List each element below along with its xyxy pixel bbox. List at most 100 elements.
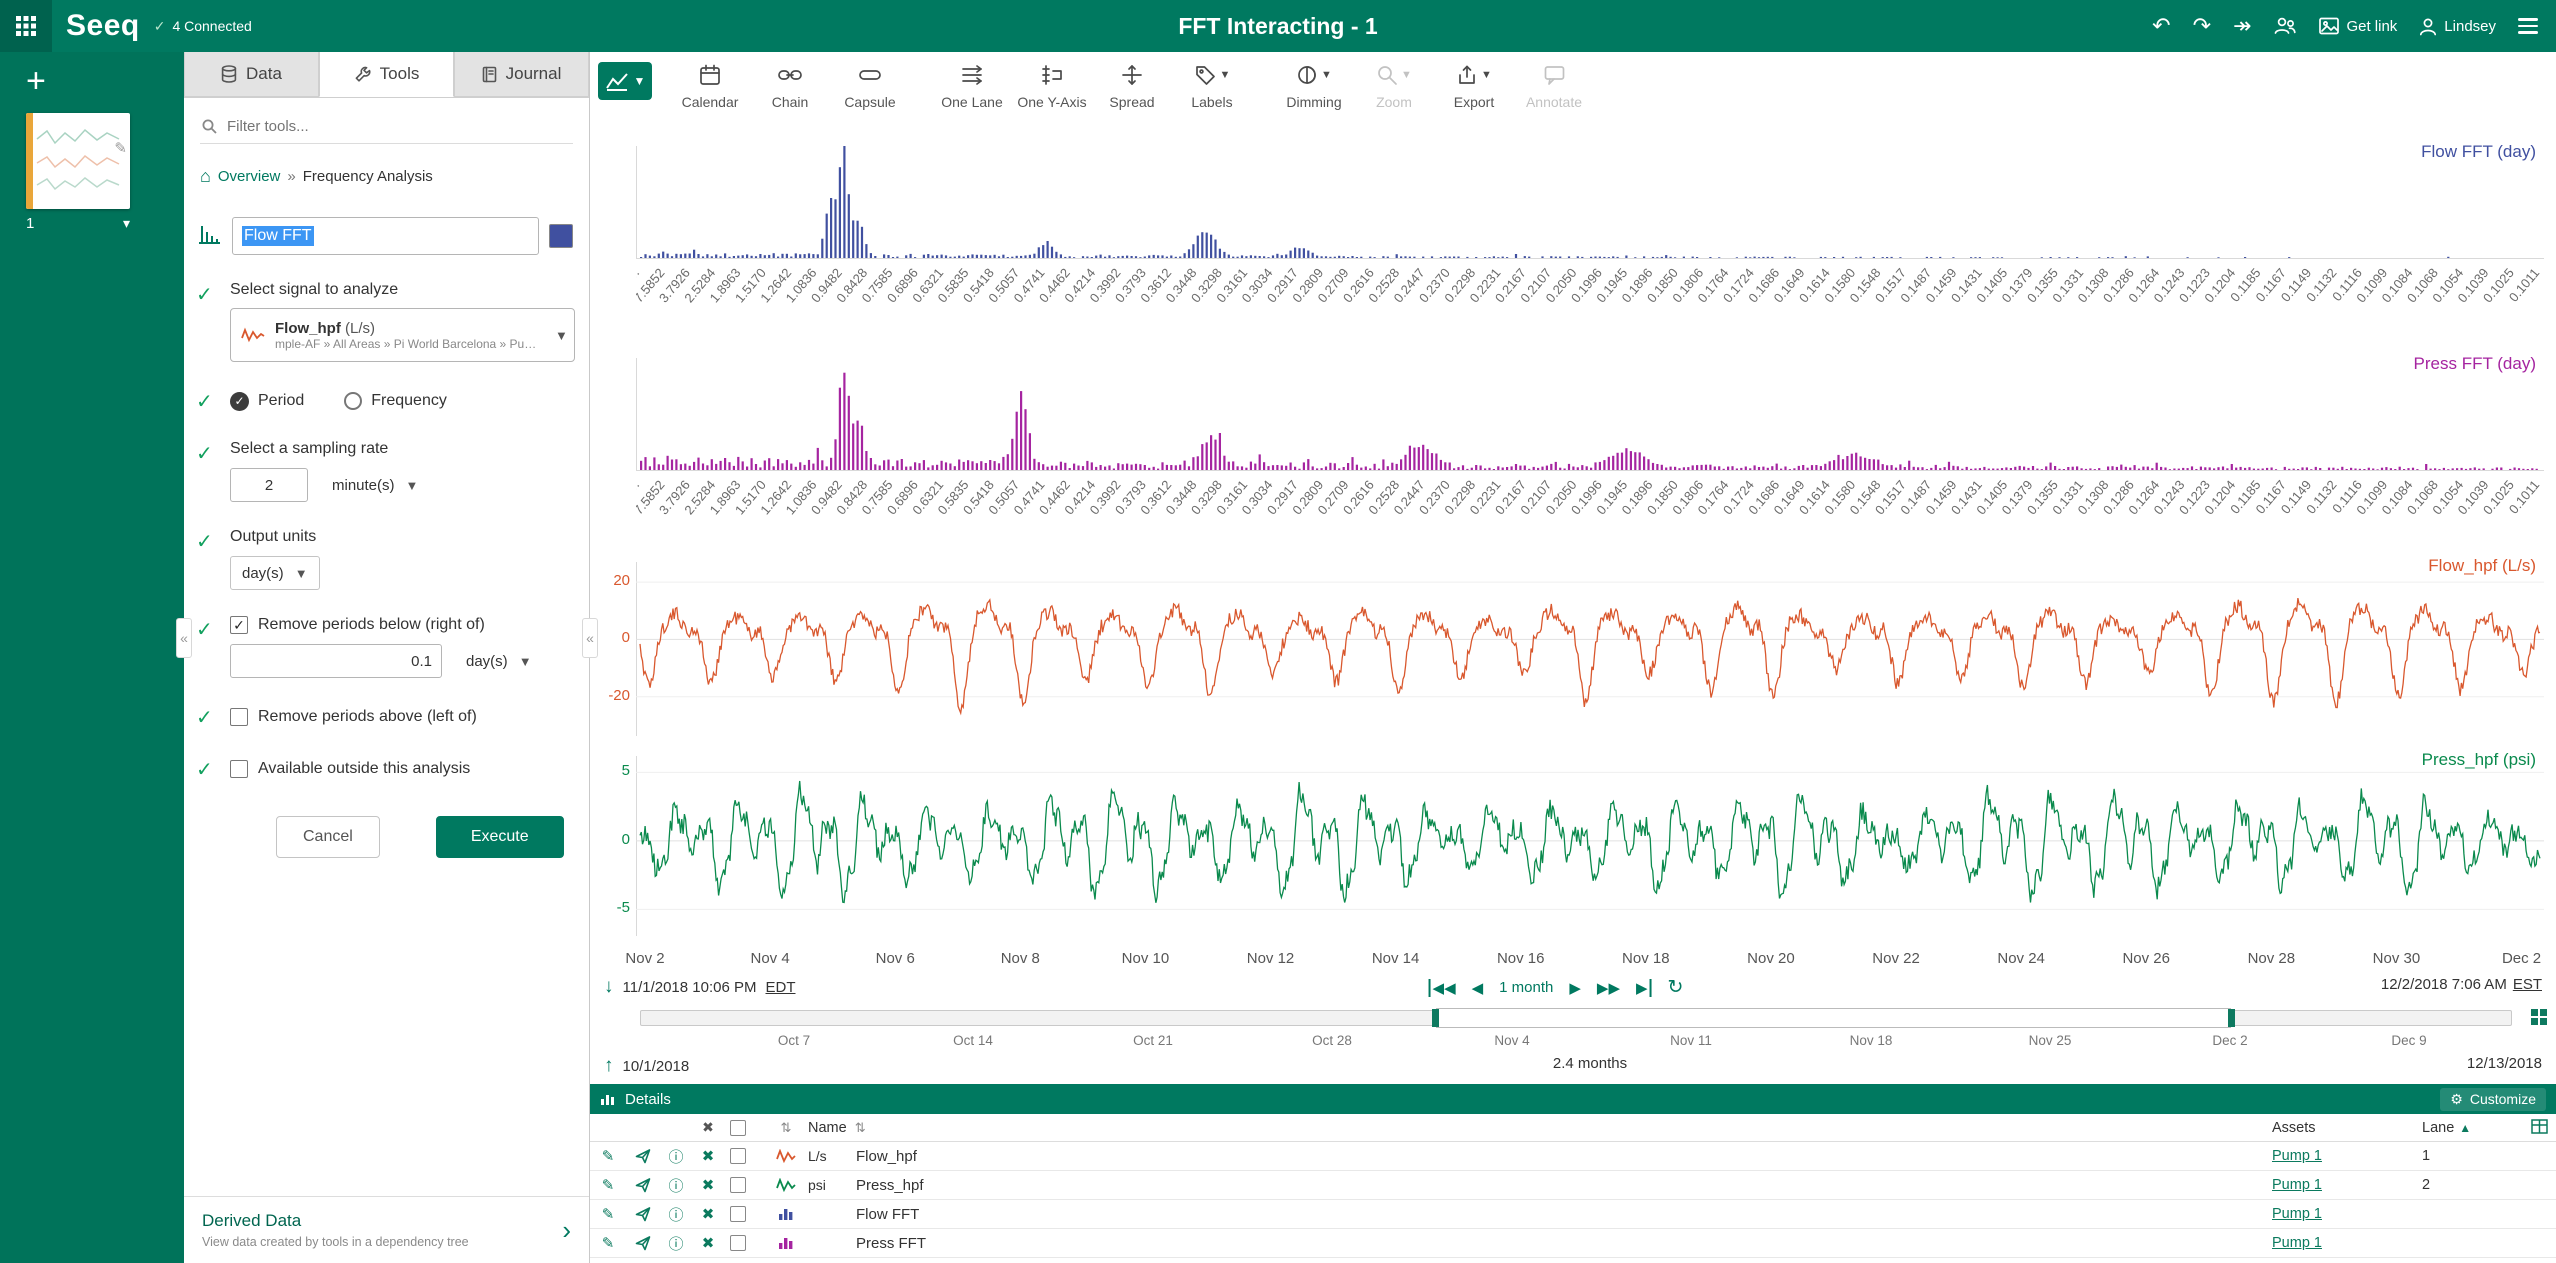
table-row[interactable]: ✎ ⓘ ✖ Press FFT Pump 1 — [590, 1229, 2556, 1258]
step-back-button[interactable]: ◀ — [1472, 979, 1484, 997]
table-row[interactable]: ✎ ⓘ ✖ psi Press_hpf Pump 1 2 — [590, 1171, 2556, 1200]
edit-icon[interactable]: ✎ — [590, 1234, 626, 1252]
redo-button[interactable]: ↷ — [2193, 13, 2211, 39]
range-end-timezone[interactable]: EST — [2513, 976, 2542, 993]
select-all-checkbox[interactable] — [730, 1120, 746, 1136]
item-name[interactable]: Flow_hpf — [856, 1148, 2272, 1165]
tool-color-swatch[interactable] — [549, 224, 573, 248]
tab-journal[interactable]: Journal — [454, 52, 589, 97]
row-checkbox[interactable] — [730, 1206, 746, 1222]
frequency-radio[interactable]: Frequency — [344, 392, 447, 410]
toolbar-chain-button[interactable]: Chain — [754, 58, 826, 110]
selected-range-region[interactable] — [1436, 1008, 2231, 1028]
collaborators-button[interactable] — [2273, 16, 2297, 36]
fft-lane-press[interactable]: 0.7.58523.79262.52841.89631.51701.26421.… — [636, 352, 2544, 552]
investigate-range-slider[interactable] — [640, 1010, 2512, 1026]
asset-link[interactable]: Pump 1 — [2272, 1148, 2422, 1164]
item-name[interactable]: Flow FFT — [856, 1206, 2272, 1223]
toolbar-zoom-button[interactable]: ▼ Zoom — [1358, 58, 1430, 110]
range-grid-icon[interactable] — [2530, 1008, 2548, 1029]
tool-name-input[interactable]: Flow FFT — [232, 217, 539, 255]
table-row[interactable]: ✎ ⓘ ✖ Flow FFT Pump 1 — [590, 1200, 2556, 1229]
asset-link[interactable]: Pump 1 — [2272, 1206, 2422, 1222]
range-start-timezone[interactable]: EDT — [766, 979, 796, 996]
send-icon[interactable] — [626, 1206, 660, 1222]
app-menu-button[interactable] — [0, 0, 52, 52]
fft-lane-flow[interactable]: 0.7.58523.79262.52841.89631.51701.26421.… — [636, 140, 2544, 340]
get-link-button[interactable]: Get link — [2319, 17, 2397, 35]
range-end-datetime[interactable]: 12/2/2018 7:06 AM — [2381, 976, 2507, 993]
send-icon[interactable] — [626, 1177, 660, 1193]
sampling-unit-dropdown[interactable]: minute(s)▼ — [320, 468, 430, 502]
lane-column-header[interactable]: Lane — [2422, 1120, 2454, 1136]
column-picker-icon[interactable] — [2531, 1119, 2548, 1137]
row-checkbox[interactable] — [730, 1235, 746, 1251]
remove-all-button[interactable]: ✖ — [702, 1119, 714, 1136]
toolbar-one-y-axis-button[interactable]: One Y-Axis — [1016, 58, 1088, 110]
sampling-rate-input[interactable] — [230, 468, 308, 502]
signal-lane-flow-hpf[interactable]: Flow_hpf (L/s) 200-20 — [636, 554, 2544, 744]
toolbar-capsule-button[interactable]: Capsule — [834, 58, 906, 110]
assets-column-header[interactable]: Assets — [2272, 1120, 2422, 1136]
step-size-button[interactable]: 1 month — [1499, 979, 1553, 996]
collapse-panel-handle[interactable]: « — [582, 618, 598, 658]
investigate-start-date[interactable]: 10/1/2018 — [623, 1058, 690, 1075]
time-axis[interactable]: Nov 2Nov 4Nov 6Nov 8Nov 10Nov 12Nov 14No… — [636, 948, 2544, 970]
info-icon[interactable]: ⓘ — [660, 1233, 692, 1254]
collapse-rail-handle[interactable]: « — [176, 618, 192, 658]
toolbar-export-button[interactable]: ▼ Export — [1438, 58, 1510, 110]
edit-icon[interactable]: ✎ — [590, 1147, 626, 1165]
view-selector-button[interactable]: ▼ — [598, 62, 652, 100]
worksheet-chevron-icon[interactable]: ▾ — [123, 215, 130, 232]
toolbar-calendar-button[interactable]: Calendar — [674, 58, 746, 110]
toolbar-spread-button[interactable]: Spread — [1096, 58, 1168, 110]
toolbar-dimming-button[interactable]: ▼ Dimming — [1278, 58, 1350, 110]
step-forward-fast-button[interactable]: ▶▶ — [1597, 979, 1620, 997]
filter-tools-input[interactable] — [227, 118, 571, 135]
remove-above-checkbox[interactable] — [230, 708, 248, 726]
customize-button[interactable]: ⚙ Customize — [2440, 1088, 2546, 1111]
user-menu-button[interactable]: Lindsey — [2419, 17, 2496, 36]
output-units-dropdown[interactable]: day(s)▼ — [230, 556, 320, 590]
investigate-duration[interactable]: 2.4 months — [1553, 1055, 1627, 1072]
sort-icon[interactable]: ⇅ — [855, 1120, 866, 1136]
step-to-start-button[interactable]: ◀◀ — [1429, 979, 1456, 997]
row-checkbox[interactable] — [730, 1148, 746, 1164]
remove-below-input[interactable] — [230, 644, 442, 678]
asset-link[interactable]: Pump 1 — [2272, 1235, 2422, 1251]
range-start-datetime[interactable]: 11/1/2018 10:06 PM — [623, 979, 757, 996]
remove-icon[interactable]: ✖ — [692, 1176, 724, 1194]
remove-below-checkbox[interactable]: ✓ — [230, 616, 248, 634]
toolbar-one-lane-button[interactable]: One Lane — [936, 58, 1008, 110]
undo-button[interactable]: ↶ — [2152, 13, 2170, 39]
row-checkbox[interactable] — [730, 1177, 746, 1193]
breadcrumb-overview-link[interactable]: Overview — [218, 168, 281, 185]
table-row[interactable]: ✎ ⓘ ✖ L/s Flow_hpf Pump 1 1 — [590, 1142, 2556, 1171]
item-name[interactable]: Press FFT — [856, 1235, 2272, 1252]
refresh-icon[interactable]: ↻ — [1668, 976, 1684, 999]
send-icon[interactable] — [626, 1235, 660, 1251]
present-button[interactable]: ↠ — [2233, 13, 2251, 39]
step-to-end-button[interactable]: ▶ — [1636, 979, 1652, 997]
remove-icon[interactable]: ✖ — [692, 1234, 724, 1252]
sort-icon[interactable]: ⇅ — [781, 1120, 792, 1136]
asset-link[interactable]: Pump 1 — [2272, 1177, 2422, 1193]
range-handle-right[interactable] — [2228, 1009, 2235, 1027]
arrow-down-icon[interactable]: ↓ — [604, 976, 614, 998]
toolbar-annotate-button[interactable]: Annotate — [1518, 58, 1590, 110]
cancel-button[interactable]: Cancel — [276, 816, 380, 858]
info-icon[interactable]: ⓘ — [660, 1146, 692, 1167]
remove-below-unit-dropdown[interactable]: day(s)▼ — [454, 644, 544, 678]
add-worksheet-button[interactable]: + — [26, 66, 46, 96]
send-icon[interactable] — [626, 1148, 660, 1164]
hamburger-menu-button[interactable] — [2518, 18, 2538, 34]
toolbar-labels-button[interactable]: ▼ Labels — [1176, 58, 1248, 110]
remove-icon[interactable]: ✖ — [692, 1205, 724, 1223]
derived-data-section[interactable]: Derived Data View data created by tools … — [184, 1196, 589, 1263]
item-name[interactable]: Press_hpf — [856, 1177, 2272, 1194]
edit-icon[interactable]: ✎ — [590, 1205, 626, 1223]
tab-tools[interactable]: Tools — [319, 52, 454, 97]
worksheet-thumbnail[interactable]: ✎ — [26, 113, 130, 209]
info-icon[interactable]: ⓘ — [660, 1175, 692, 1196]
connection-status[interactable]: ✓ 4 Connected — [154, 18, 252, 35]
